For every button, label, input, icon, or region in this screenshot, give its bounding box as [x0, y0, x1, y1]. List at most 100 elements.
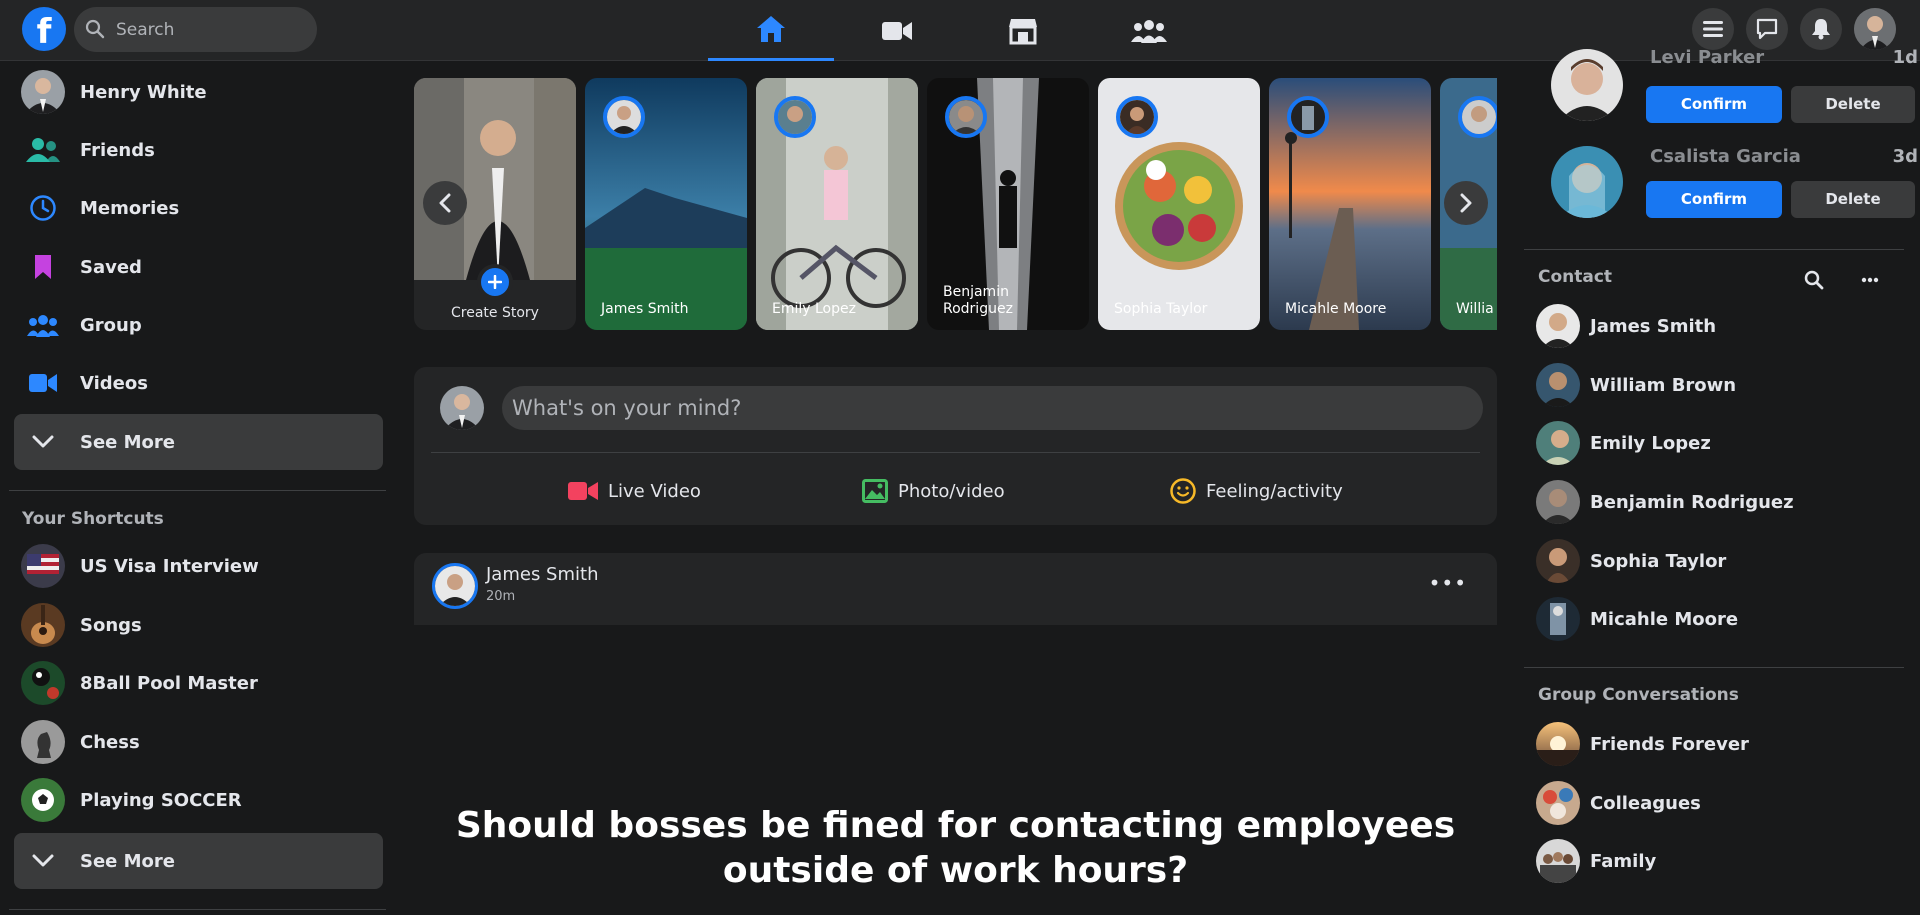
avatar — [1536, 781, 1580, 825]
avatar — [1287, 96, 1329, 138]
notifications-button[interactable] — [1800, 8, 1842, 50]
contacts-title: Contact — [1538, 267, 1613, 287]
sidebar-item-label: Videos — [80, 372, 148, 394]
live-video-button[interactable]: Live Video — [568, 471, 701, 511]
group-conversation-item[interactable]: Family — [1536, 835, 1906, 887]
tab-home[interactable] — [708, 0, 834, 61]
more-options-icon[interactable] — [1861, 277, 1879, 283]
stories-prev-button[interactable] — [423, 181, 467, 225]
chevron-right-icon — [1460, 193, 1472, 213]
video-icon — [28, 374, 57, 392]
shortcuts-title: Your Shortcuts — [22, 509, 164, 529]
sidebar-item-videos[interactable]: Videos — [14, 355, 383, 411]
tab-marketplace[interactable] — [960, 0, 1086, 61]
divider — [1524, 249, 1904, 250]
shortcut-item[interactable]: Chess — [14, 714, 383, 770]
avatar — [1536, 304, 1580, 348]
shortcut-item[interactable]: Playing SOCCER — [14, 772, 383, 828]
contact-name: James Smith — [1590, 315, 1717, 337]
groups-icon — [1131, 19, 1167, 43]
shortcut-item[interactable]: US Visa Interview — [14, 538, 383, 594]
story-card[interactable]: Sophia Taylor — [1098, 78, 1260, 330]
messenger-icon — [1756, 18, 1778, 40]
right-sidebar: Levi Parker 1d Confirm Delete Csalista G… — [1524, 47, 1920, 915]
create-story-photo — [414, 78, 576, 280]
sidebar-item-friends[interactable]: Friends — [14, 122, 383, 178]
photo-icon — [862, 479, 888, 503]
group-name: Family — [1590, 850, 1657, 872]
pool-thumbnail — [20, 661, 65, 705]
story-card[interactable]: Emily Lopez — [756, 78, 918, 330]
confirm-button[interactable]: Confirm — [1646, 86, 1782, 123]
group-name: Friends Forever — [1590, 733, 1749, 755]
group-conversation-item[interactable]: Colleagues — [1536, 777, 1906, 829]
contact-name: Benjamin Rodriguez — [1590, 491, 1794, 513]
sidebar-item-memories[interactable]: Memories — [14, 180, 383, 236]
contact-item[interactable]: Micahle Moore — [1536, 593, 1906, 645]
contact-item[interactable]: Sophia Taylor — [1536, 535, 1906, 587]
post-author[interactable]: James Smith — [486, 564, 598, 585]
sidebar-item-saved[interactable]: Saved — [14, 239, 383, 295]
shortcut-label: Chess — [80, 731, 140, 753]
contact-name: Micahle Moore — [1590, 608, 1739, 630]
contact-item[interactable]: James Smith — [1536, 300, 1906, 352]
group-conversation-item[interactable]: Friends Forever — [1536, 718, 1906, 770]
delete-button[interactable]: Delete — [1791, 181, 1915, 218]
photo-video-button[interactable]: Photo/video — [862, 471, 1005, 511]
post-card: James Smith 20m ••• — [414, 553, 1497, 625]
story-card[interactable]: Micahle Moore — [1269, 78, 1431, 330]
menu-icon — [1703, 21, 1723, 37]
sidebar-item-label: Friends — [80, 139, 155, 161]
see-more-button[interactable]: See More — [14, 414, 383, 470]
guitar-thumbnail — [20, 603, 65, 647]
delete-button[interactable]: Delete — [1791, 86, 1915, 123]
search-icon[interactable] — [1804, 270, 1824, 290]
avatar — [1536, 363, 1580, 407]
see-more-label: See More — [80, 431, 176, 453]
tab-video[interactable] — [834, 0, 960, 61]
messenger-button[interactable] — [1746, 8, 1788, 50]
chess-thumbnail — [20, 720, 65, 764]
contact-item[interactable]: Benjamin Rodriguez — [1536, 476, 1906, 528]
see-more-button[interactable]: See More — [14, 833, 383, 889]
confirm-button[interactable]: Confirm — [1646, 181, 1782, 218]
menu-button[interactable] — [1692, 8, 1734, 50]
flag-thumbnail — [20, 544, 65, 588]
search-box[interactable] — [74, 7, 317, 52]
stories-next-button[interactable] — [1444, 181, 1488, 225]
sidebar-profile[interactable]: Henry White — [14, 64, 383, 120]
contact-item[interactable]: Emily Lopez — [1536, 417, 1906, 469]
feeling-activity-button[interactable]: Feeling/activity — [1170, 471, 1343, 511]
shortcut-item[interactable]: Songs — [14, 597, 383, 653]
contact-item[interactable]: William Brown — [1536, 359, 1906, 411]
sidebar-item-group[interactable]: Group — [14, 297, 383, 353]
story-name: Willia — [1456, 301, 1494, 317]
tab-groups[interactable] — [1086, 0, 1212, 61]
facebook-logo[interactable]: f — [22, 7, 66, 51]
profile-avatar-button[interactable] — [1854, 8, 1896, 50]
avatar[interactable] — [432, 563, 478, 609]
plus-icon — [488, 275, 502, 289]
post-headline: Should bosses be fined for contacting em… — [455, 805, 1456, 891]
add-story-button[interactable] — [477, 264, 513, 300]
avatar[interactable] — [1551, 49, 1623, 121]
left-sidebar: Henry White Friends Memories Saved Group… — [0, 61, 395, 915]
search-input[interactable] — [116, 7, 306, 52]
request-time: 3d — [1892, 146, 1918, 167]
request-time: 1d — [1892, 47, 1918, 68]
contact-name: William Brown — [1590, 374, 1737, 396]
request-name[interactable]: Levi Parker — [1650, 47, 1764, 68]
stories-reel: Create Story James Smith Emily Lopez Ben… — [414, 78, 1497, 330]
divider — [9, 909, 386, 910]
request-name[interactable]: Csalista Garcia — [1650, 146, 1801, 167]
live-video-label: Live Video — [608, 480, 701, 502]
story-card[interactable]: Benjamin Rodriguez — [927, 78, 1089, 330]
sidebar-item-label: Saved — [80, 256, 142, 278]
whats-on-your-mind-input[interactable]: What's on your mind? — [502, 386, 1483, 430]
more-options-icon[interactable]: ••• — [1429, 571, 1467, 595]
story-card[interactable]: James Smith — [585, 78, 747, 330]
avatar[interactable] — [1551, 146, 1623, 218]
avatar — [1854, 8, 1896, 50]
shortcut-item[interactable]: 8Ball Pool Master — [14, 655, 383, 711]
divider — [1524, 667, 1904, 668]
